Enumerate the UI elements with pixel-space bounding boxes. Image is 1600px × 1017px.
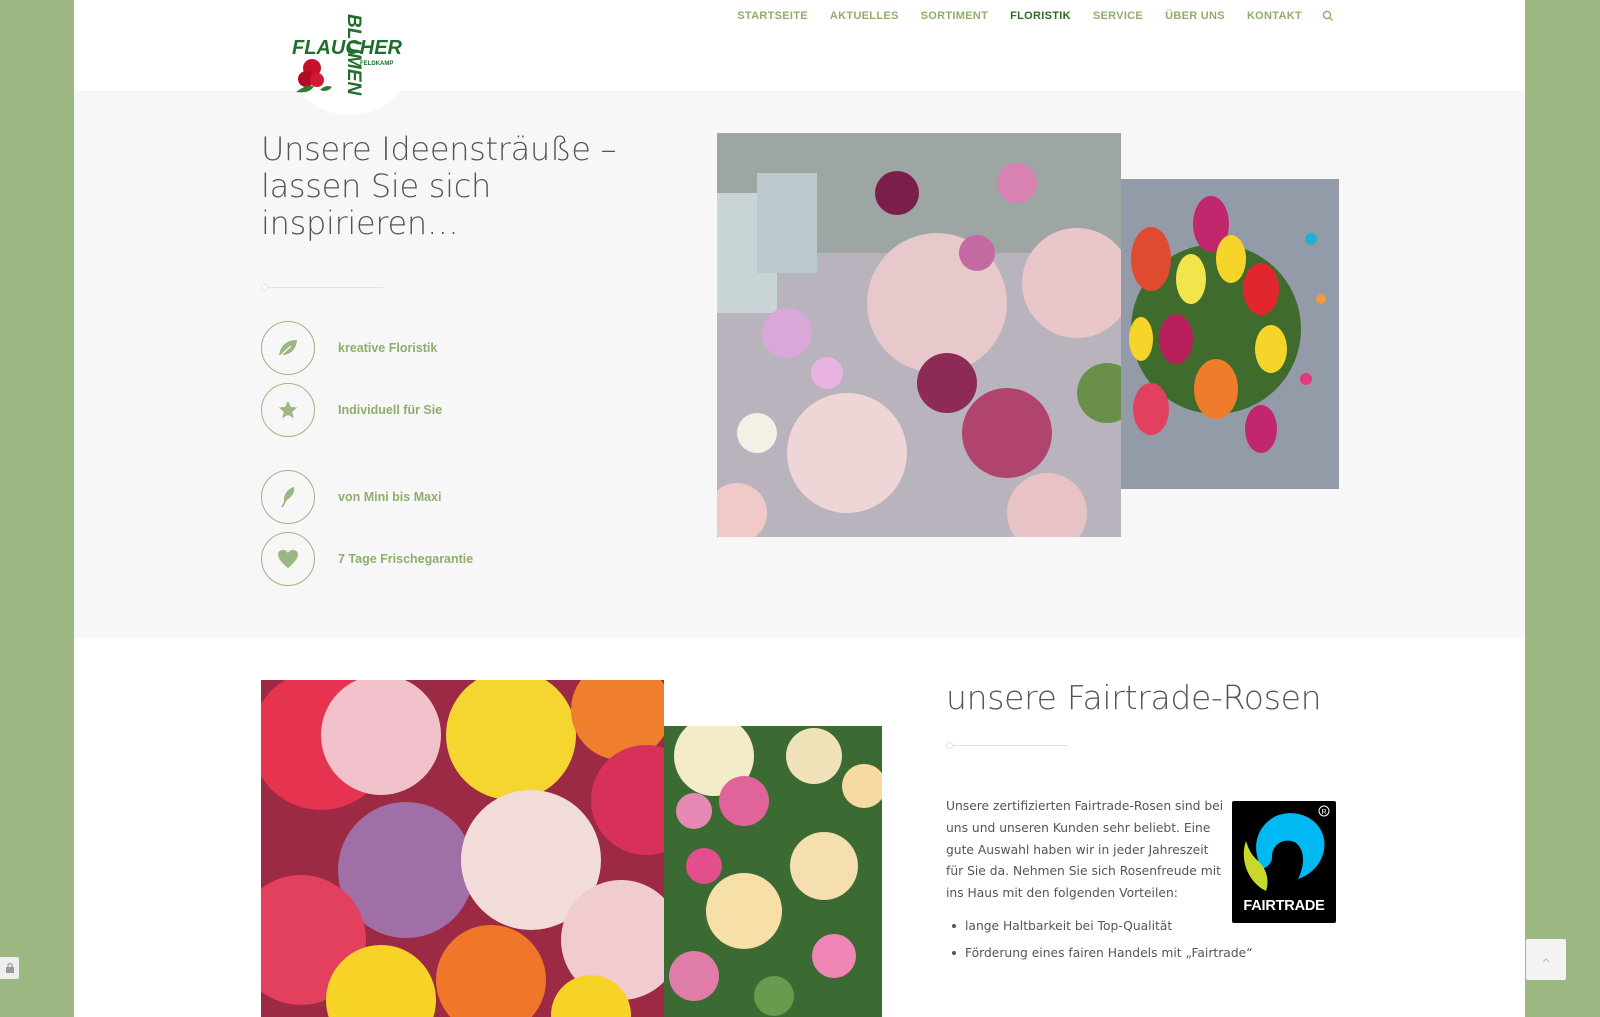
feature-label: kreative Floristik [338,341,438,355]
chevron-up-icon [1542,957,1550,962]
list-item: lange Haltbarkeit bei Top-Qualität [946,913,1266,940]
feather-icon [261,470,315,524]
list-item: Förderung eines fairen Handels mit „Fair… [946,940,1266,967]
logo-vertical: BLUMEN [343,14,364,97]
privacy-settings-button[interactable] [0,957,19,979]
roses-photo[interactable] [261,680,664,1017]
feature-label: 7 Tage Frischegarantie [338,552,474,566]
nav-floristik[interactable]: FLORISTIK [999,9,1082,23]
nav-ueber-uns[interactable]: ÜBER UNS [1154,9,1236,23]
site-logo[interactable]: FLAUCHER FELDKAMP BLUMEN [286,4,421,100]
fairtrade-description: Unsere zertifizierten Fairtrade-Rosen si… [946,799,1224,901]
nav-service[interactable]: SERVICE [1082,9,1154,23]
section-ideenstraeusse: Unsere Ideensträuße – lassen Sie sich in… [74,91,1525,638]
fairtrade-icon: R [1243,805,1330,891]
section1-heading: Unsere Ideensträuße – lassen Sie sich in… [261,130,617,242]
section2-divider [946,742,1068,749]
feature-item: 7 Tage Frischegarantie [261,532,473,586]
feature-item: Individuell für Sie [261,383,442,437]
heart-icon [261,532,315,586]
benefits-list: lange Haltbarkeit bei Top-Qualität Förde… [946,913,1266,967]
section-fairtrade-rosen: unsere Fairtrade-Rosen Unsere zertifizie… [74,638,1525,1017]
svg-text:R: R [1322,809,1327,816]
logo-sub: FELDKAMP [360,61,393,67]
nav-kontakt[interactable]: KONTAKT [1236,9,1313,23]
nav-aktuelles[interactable]: AKTUELLES [819,9,910,23]
bouquet-photo[interactable] [717,133,1121,537]
feature-item: kreative Floristik [261,321,437,375]
feature-label: Individuell für Sie [338,403,443,417]
section1-divider [261,284,383,291]
rose-icon [296,59,332,93]
mixed-bouquet-photo[interactable] [664,726,882,1017]
search-icon[interactable] [1321,9,1335,23]
feature-label: von Mini bis Maxi [338,490,442,504]
star-icon [261,383,315,437]
nav-sortiment[interactable]: SORTIMENT [910,9,999,23]
fairtrade-label: FAIRTRADE [1243,898,1325,914]
leaf-icon [261,321,315,375]
nav-startseite[interactable]: STARTSEITE [726,9,819,23]
section2-heading: unsere Fairtrade-Rosen [946,678,1322,717]
page: FLAUCHER FELDKAMP BLUMEN STARTSEITE AKTU… [74,0,1525,1017]
feature-item: von Mini bis Maxi [261,470,442,524]
scroll-to-top-button[interactable] [1526,939,1566,980]
fairtrade-logo: R FAIRTRADE [1232,801,1336,923]
lock-icon [5,962,14,973]
main-nav: STARTSEITE AKTUELLES SORTIMENT FLORISTIK… [726,9,1335,23]
tulips-photo[interactable] [1121,179,1339,489]
